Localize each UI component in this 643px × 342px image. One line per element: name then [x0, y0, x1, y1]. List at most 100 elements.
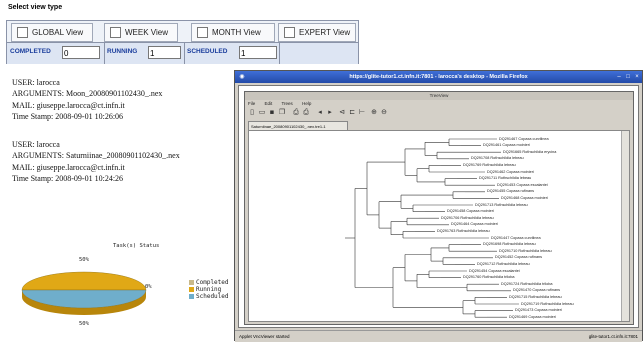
running-label: RUNNING: [107, 48, 138, 55]
firefox-app-icon[interactable]: ◉: [238, 73, 246, 81]
job-mail: MAIL: giuseppe.larocca@ct.infn.it: [12, 100, 125, 110]
treeview-title: TreeView: [245, 92, 633, 100]
tree-leaf-label[interactable]: DQ291470 Copaxa rufinans: [513, 288, 560, 292]
week-view-checkbox[interactable]: [110, 27, 121, 38]
tree-leaf-label[interactable]: DQ291710 Rothschildia lebeau: [499, 249, 552, 253]
completed-count-field[interactable]: 0: [62, 46, 100, 59]
slanted-tree-icon[interactable]: ⊲: [338, 108, 346, 116]
status-counters-row: COMPLETED 0 RUNNING 1 SCHEDULED 1: [7, 42, 358, 64]
tree-leaf-label[interactable]: DQ291708 Rothschildia lebeau: [471, 156, 524, 160]
tree-leaf-label[interactable]: DQ291458 Copaxa moinieri: [447, 209, 494, 213]
new-icon[interactable]: ▯: [248, 108, 256, 116]
legend-label-completed: Completed: [196, 279, 229, 286]
completed-label: COMPLETED: [10, 48, 51, 55]
firefox-window: https://glite-tutor1.ct.infn.it:7801 - l…: [234, 70, 643, 342]
treeview-window: TreeView File Edit Trees Help ▯ ▭ ▪ ❐ ⎙ …: [244, 91, 634, 325]
scheduled-count-field[interactable]: 1: [239, 46, 277, 59]
chart-legend: Completed Running Scheduled: [189, 279, 229, 300]
expert-view-checkbox[interactable]: [284, 27, 295, 38]
phylogram-icon[interactable]: ⊢: [358, 108, 366, 116]
tree-leaf-label[interactable]: DQ291461 Copaxa moinieri: [483, 143, 530, 147]
status-host: glite-tutor1.ct.infn.it:7801: [588, 334, 638, 339]
scheduled-label: SCHEDULED: [187, 48, 228, 55]
menu-edit[interactable]: Edit: [265, 101, 273, 106]
open-icon[interactable]: ▭: [258, 108, 266, 116]
global-view-button[interactable]: GLOBAL View: [11, 23, 93, 42]
tree-canvas[interactable]: DQ291467 Copaxa curvilinea DQ291461 Copax…: [248, 130, 630, 322]
legend-label-running: Running: [196, 286, 222, 293]
close-icon[interactable]: ×: [633, 73, 641, 81]
tree-leaf-label[interactable]: DQ291715 Rothschildia lebeau: [509, 295, 562, 299]
save-icon[interactable]: ▪: [268, 108, 276, 116]
tree-leaf-label[interactable]: DQ291452 Copaxa rufinans: [495, 255, 542, 259]
firefox-window-title: https://glite-tutor1.ct.infn.it:7801 - l…: [349, 74, 528, 80]
tree-leaf-label[interactable]: DQ291447 Copaxa curvilinea: [491, 236, 541, 240]
tree-leaf-label[interactable]: DQ291719 Rothschildia lebeau: [521, 302, 574, 306]
tree-leaf-label[interactable]: DQ291665 Rothschildia erycina: [503, 150, 556, 154]
job-arguments: ARGUMENTS: Moon_20080901102430_.nex: [12, 89, 163, 99]
legend-label-scheduled: Scheduled: [196, 293, 229, 300]
global-view-checkbox[interactable]: [17, 27, 28, 38]
tree-leaf-label[interactable]: DQ291462 Copaxa moinieri: [487, 170, 534, 174]
previous-tree-icon[interactable]: ◂: [316, 108, 324, 116]
tree-leaf-label[interactable]: DQ291769 Rothschildia lebeau: [463, 163, 516, 167]
slice-label-running: 50%: [79, 257, 89, 263]
month-view-button[interactable]: MONTH View: [191, 23, 275, 42]
tree-leaf-label[interactable]: DQ291698 Rothschildia lebeau: [483, 242, 536, 246]
running-cell: RUNNING 1: [104, 43, 185, 64]
slice-label-scheduled: 50%: [79, 321, 89, 327]
completed-cell: COMPLETED 0: [7, 43, 105, 64]
minimize-icon[interactable]: –: [615, 73, 623, 81]
next-tree-icon[interactable]: ▸: [326, 108, 334, 116]
menu-trees[interactable]: Trees: [281, 101, 292, 106]
rectangular-tree-icon[interactable]: ⊏: [348, 108, 356, 116]
tree-leaf-label[interactable]: DQ291467 Copaxa curvilinea: [499, 137, 549, 141]
running-count-field[interactable]: 1: [148, 46, 181, 59]
print-icon[interactable]: ⎙: [292, 108, 300, 116]
menu-file[interactable]: File: [248, 101, 255, 106]
view-type-table: GLOBAL View WEEK View MONTH View EXPERT …: [6, 20, 359, 64]
tree-leaf-label[interactable]: DQ291453 Copaxa escalantei: [497, 183, 548, 187]
tree-leaf-label[interactable]: DQ291454 Copaxa escalantei: [469, 269, 520, 273]
job-timestamp: Time Stamp: 2008-09-01 10:26:06: [12, 112, 124, 122]
week-view-button[interactable]: WEEK View: [104, 23, 178, 42]
tree-leaf-label[interactable]: DQ291724 Rothschildia triloba: [501, 282, 553, 286]
tree-vertical-scrollbar[interactable]: [621, 131, 629, 321]
legend-swatch-scheduled: [189, 294, 194, 299]
job-mail: MAIL: giuseppe.larocca@ct.infn.it: [12, 162, 125, 172]
tree-file-tab[interactable]: Saturniinae_20080901102430_.nex.tre1-1: [248, 121, 348, 130]
pie-slice-scheduled: [21, 289, 147, 309]
zoom-in-icon[interactable]: ⊕: [370, 108, 378, 116]
tree-leaf-label[interactable]: DQ291473 Copaxa moinieri: [515, 308, 562, 312]
job-entry-2: USER: larocca ARGUMENTS: Saturniinae_200…: [12, 139, 180, 185]
tree-leaf-label[interactable]: DQ291711 Rothschildia lebeau: [479, 176, 531, 180]
pie-slice-running: [21, 271, 147, 291]
tree-leaf-label[interactable]: DQ291712 Rothschildia lebeau: [477, 262, 530, 266]
slice-label-completed: 0%: [145, 284, 152, 290]
tree-leaf-label[interactable]: DQ291706 Rothschildia lebeau: [441, 216, 494, 220]
tree-leaf-label[interactable]: DQ291468 Copaxa moinieri: [501, 196, 548, 200]
week-view-label: WEEK View: [125, 28, 168, 37]
tree-leaf-label[interactable]: DQ291464 Copaxa moinieri: [451, 222, 498, 226]
job-arguments: ARGUMENTS: Saturniinae_20080901102430_.n…: [12, 151, 180, 161]
copy-icon[interactable]: ❐: [278, 108, 286, 116]
tree-leaf-label[interactable]: DQ291763 Rothschildia lebeau: [437, 229, 490, 233]
job-timestamp: Time Stamp: 2008-09-01 10:24:26: [12, 174, 124, 184]
firefox-title-bar[interactable]: https://glite-tutor1.ct.infn.it:7801 - l…: [235, 71, 642, 83]
zoom-out-icon[interactable]: ⊖: [380, 108, 388, 116]
expert-view-button[interactable]: EXPERT View: [278, 23, 356, 42]
menu-help[interactable]: Help: [302, 101, 311, 106]
legend-swatch-running: [189, 287, 194, 292]
maximize-icon[interactable]: □: [624, 73, 632, 81]
print-preview-icon[interactable]: ⎙: [302, 108, 310, 116]
job-user: USER: larocca: [12, 78, 60, 87]
expert-view-label: EXPERT View: [299, 28, 351, 37]
view-buttons-row: GLOBAL View WEEK View MONTH View EXPERT …: [7, 21, 358, 42]
tree-leaf-label[interactable]: DQ291455 Copaxa rufinans: [487, 189, 534, 193]
tree-leaf-label[interactable]: DQ291760 Rothschildia triloba: [463, 275, 515, 279]
month-view-checkbox[interactable]: [197, 27, 208, 38]
vnc-viewer-area[interactable]: TreeView File Edit Trees Help ▯ ▭ ▪ ❐ ⎙ …: [238, 85, 639, 328]
tree-leaf-label[interactable]: DQ291469 Copaxa moinieri: [509, 315, 556, 319]
legend-item: Running: [189, 286, 229, 293]
tree-leaf-label[interactable]: DQ291713 Rothschildia lebeau: [475, 203, 528, 207]
